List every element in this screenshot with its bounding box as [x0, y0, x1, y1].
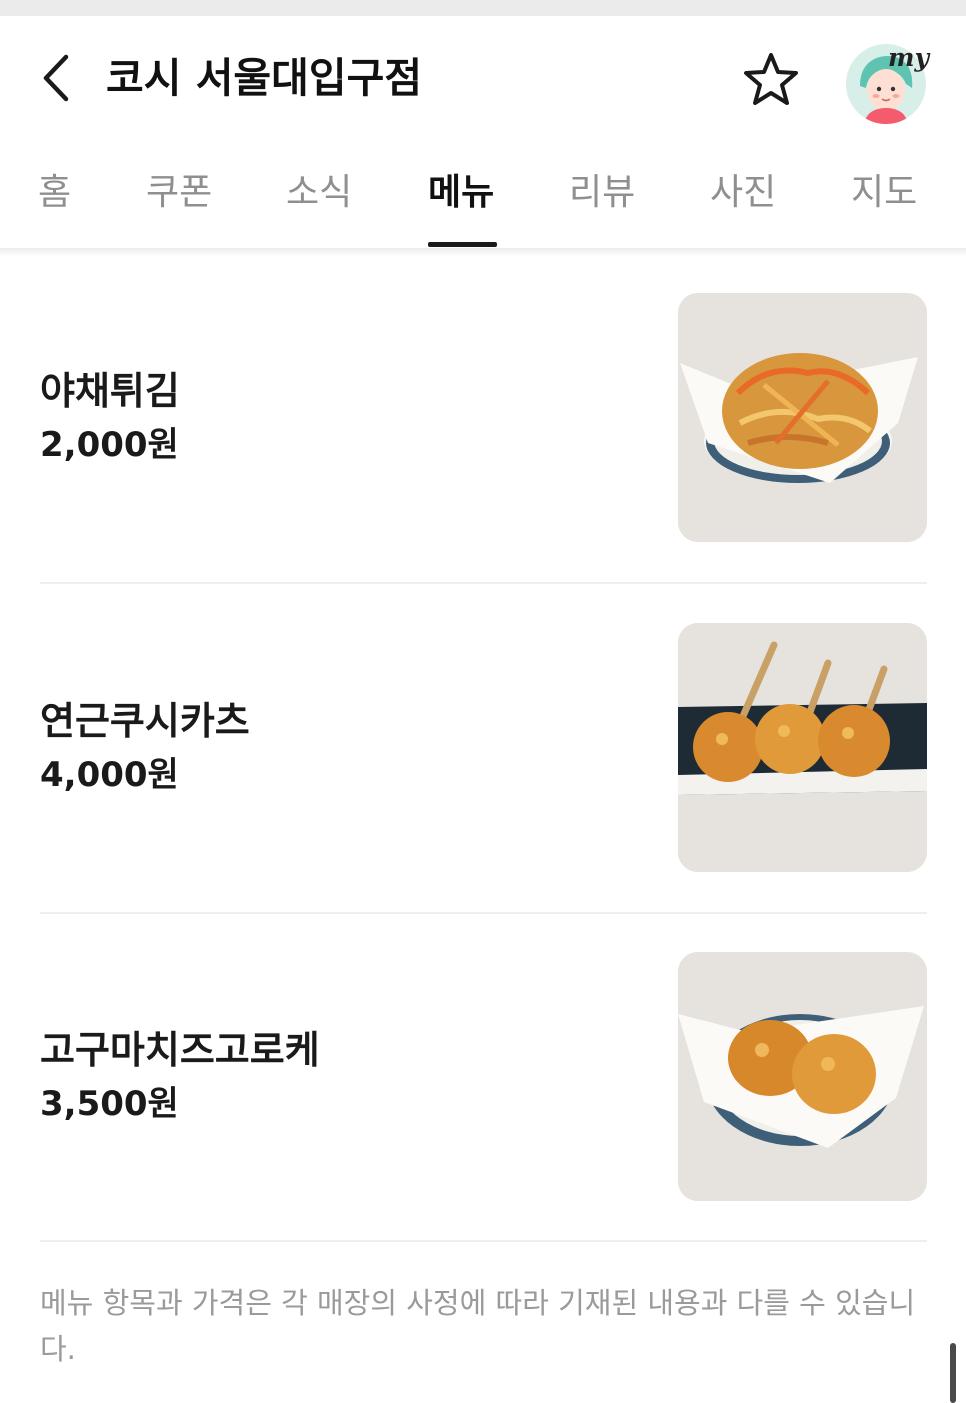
- tab-bar: 홈 쿠폰 소식 메뉴 리뷰 사진 지도: [0, 138, 966, 248]
- menu-item-photo: [678, 623, 927, 872]
- menu-item-name: 고구마치즈고로케: [40, 1028, 320, 1072]
- menu-notice: 메뉴 항목과 가격은 각 매장의 사정에 따라 기재된 내용과 다를 수 있습니…: [40, 1286, 916, 1366]
- menu-item-name: 연근쿠시카츠: [40, 699, 250, 743]
- menu-item-name: 야채튀김: [40, 369, 180, 413]
- active-tab-indicator: [428, 242, 497, 247]
- menu-item-price: 4,000원: [40, 755, 179, 795]
- tab-review[interactable]: 리뷰: [569, 168, 635, 218]
- tab-map[interactable]: 지도: [851, 168, 917, 218]
- tab-news[interactable]: 소식: [286, 168, 352, 218]
- list-item[interactable]: 고구마치즈고로케 3,500원: [0, 915, 966, 1245]
- menu-item-photo: [678, 293, 927, 542]
- tab-home[interactable]: 홈: [38, 168, 71, 218]
- list-item[interactable]: 야채튀김 2,000원: [0, 256, 966, 586]
- menu-item-photo: [678, 952, 927, 1201]
- menu-item-price: 2,000원: [40, 425, 179, 465]
- list-item[interactable]: 연근쿠시카츠 4,000원: [0, 586, 966, 916]
- divider: [40, 912, 927, 914]
- tab-photo[interactable]: 사진: [710, 168, 776, 218]
- tab-bar-shadow: [0, 248, 966, 256]
- tab-coupon[interactable]: 쿠폰: [146, 168, 212, 218]
- status-bar: [0, 0, 966, 16]
- back-button[interactable]: [30, 50, 80, 106]
- my-label: my: [888, 43, 929, 72]
- chevron-left-icon: [43, 54, 69, 102]
- my-page-button[interactable]: my: [838, 36, 938, 136]
- divider: [40, 582, 927, 584]
- star-icon: [744, 53, 798, 105]
- favorite-button[interactable]: [738, 46, 804, 112]
- divider: [40, 1240, 927, 1242]
- page-title: 코시 서울대입구점: [106, 54, 423, 102]
- menu-item-price: 3,500원: [40, 1084, 179, 1124]
- tab-menu[interactable]: 메뉴: [428, 168, 494, 218]
- header: 코시 서울대입구점 my: [0, 16, 966, 138]
- scrollbar[interactable]: [950, 1343, 956, 1403]
